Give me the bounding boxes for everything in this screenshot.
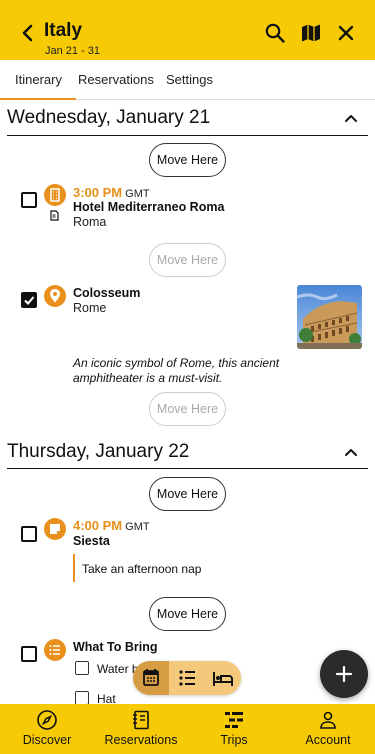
- item-name[interactable]: Colosseum: [73, 286, 140, 300]
- active-tab-indicator: [0, 98, 76, 100]
- nav-label: Trips: [220, 733, 248, 747]
- move-here-button[interactable]: Move Here: [149, 392, 226, 426]
- add-item-button[interactable]: [320, 650, 368, 698]
- plus-icon: [335, 665, 353, 683]
- person-icon: [320, 711, 336, 729]
- move-here-button[interactable]: Move Here: [149, 243, 226, 277]
- item-time: 3:00 PM GMT: [73, 185, 150, 200]
- subitem-checkbox[interactable]: [75, 661, 89, 675]
- colosseum-photo[interactable]: [297, 285, 362, 349]
- list-icon: [44, 639, 66, 661]
- chevron-up-icon[interactable]: [344, 113, 358, 123]
- subitem-checkbox[interactable]: [75, 691, 89, 705]
- time-value: 3:00 PM: [73, 185, 123, 200]
- close-icon[interactable]: [335, 22, 357, 44]
- calendar-view-button[interactable]: [133, 661, 169, 695]
- nav-reservations[interactable]: Reservations: [94, 704, 188, 754]
- tab-reservations[interactable]: Reservations: [78, 72, 154, 87]
- trips-icon: [225, 712, 243, 728]
- move-here-button[interactable]: Move Here: [149, 597, 226, 631]
- list-view-button[interactable]: [169, 661, 205, 695]
- item-name[interactable]: Hotel Mediterraneo Roma: [73, 200, 224, 214]
- tab-bar: Itinerary Reservations Settings: [0, 60, 375, 100]
- note-accent-bar: [73, 554, 75, 582]
- item-description: An iconic symbol of Rome, this ancient a…: [73, 356, 280, 385]
- compass-icon: [37, 710, 57, 730]
- trip-dates: Jan 21 - 31: [45, 45, 101, 57]
- item-time: 4:00 PM GMT: [73, 518, 150, 533]
- calendar-icon: [143, 669, 159, 686]
- bed-icon: [213, 672, 233, 686]
- location-pin-icon: [44, 285, 66, 307]
- nav-trips[interactable]: Trips: [187, 704, 281, 754]
- move-here-button[interactable]: Move Here: [149, 477, 226, 511]
- nav-account[interactable]: Account: [281, 704, 375, 754]
- chevron-up-icon[interactable]: [344, 447, 358, 457]
- timezone: GMT: [125, 521, 150, 533]
- tab-settings[interactable]: Settings: [166, 72, 213, 87]
- day-divider: [7, 135, 368, 136]
- nav-label: Account: [305, 733, 351, 747]
- day-header-title: Wednesday, January 21: [7, 107, 211, 128]
- trip-title: Italy: [44, 20, 83, 41]
- note-icon: [44, 518, 66, 540]
- item-location: Rome: [73, 301, 107, 315]
- nav-label: Discover: [22, 733, 72, 747]
- view-switcher: [133, 661, 241, 695]
- back-arrow-icon[interactable]: [18, 22, 38, 44]
- search-icon[interactable]: [264, 22, 286, 44]
- list-view-icon: [179, 670, 195, 686]
- time-value: 4:00 PM: [73, 518, 123, 533]
- item-location: Roma: [73, 215, 107, 229]
- nav-label: Reservations: [104, 733, 178, 747]
- app-screen: Italy Jan 21 - 31 Itinerary Reservations…: [0, 0, 375, 754]
- bottom-navigation: Discover Reservations Trips Account: [0, 704, 375, 754]
- timezone: GMT: [125, 188, 150, 200]
- day-divider: [7, 468, 368, 469]
- nav-discover[interactable]: Discover: [0, 704, 94, 754]
- hotel-icon: [44, 184, 66, 206]
- document-icon: [50, 210, 59, 221]
- item-checkbox[interactable]: [21, 646, 37, 662]
- item-note: Take an afternoon nap: [82, 562, 202, 576]
- move-here-button[interactable]: Move Here: [149, 143, 226, 177]
- tab-itinerary[interactable]: Itinerary: [15, 72, 62, 87]
- item-checkbox-checked[interactable]: [21, 292, 37, 308]
- item-name[interactable]: Siesta: [73, 534, 110, 548]
- app-header: Italy Jan 21 - 31: [0, 0, 375, 60]
- item-checkbox[interactable]: [21, 526, 37, 542]
- map-icon[interactable]: [300, 22, 322, 44]
- notebook-icon: [133, 710, 149, 730]
- item-name[interactable]: What To Bring: [73, 640, 157, 654]
- day-header-title: Thursday, January 22: [7, 441, 190, 462]
- item-checkbox[interactable]: [21, 192, 37, 208]
- lodging-view-button[interactable]: [205, 661, 241, 695]
